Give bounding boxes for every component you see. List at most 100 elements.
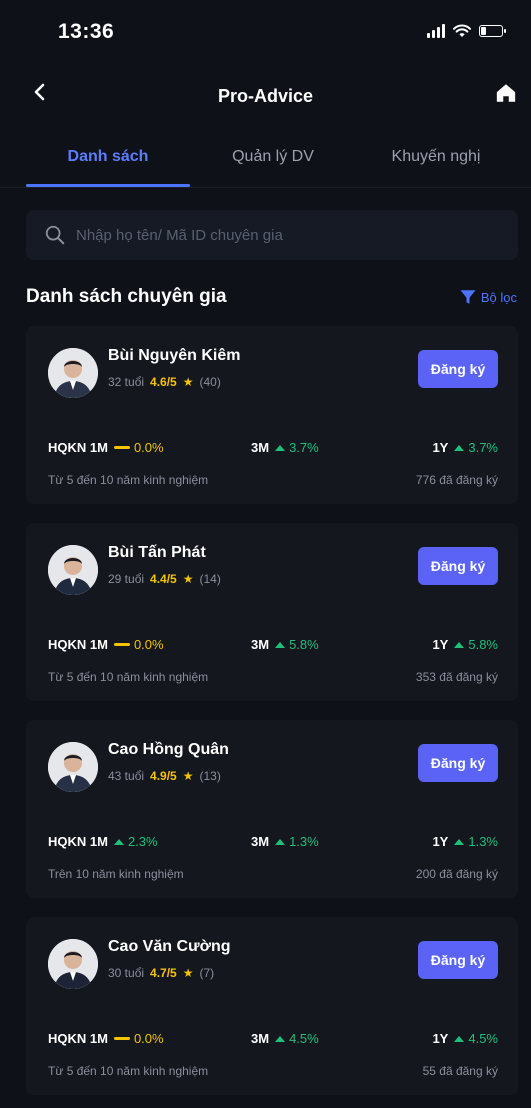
stat-1m: HQKN 1M 2.3% — [48, 834, 158, 849]
avatar — [48, 348, 98, 398]
tab-quan-ly-dv[interactable]: Quản lý DV — [188, 148, 358, 166]
status-icons — [427, 24, 506, 38]
register-button[interactable]: Đăng ký — [418, 350, 498, 388]
register-button[interactable]: Đăng ký — [418, 941, 498, 979]
expert-rating: 4.7/5 — [150, 966, 177, 980]
expert-meta: 43 tuổi 4.9/5 ★ (13) — [108, 769, 221, 783]
tab-khuyen-nghi[interactable]: Khuyến nghị — [351, 148, 521, 166]
expert-age: 29 tuổi — [108, 572, 145, 586]
tab-danh-sach[interactable]: Danh sách — [23, 148, 193, 166]
stat-3m-value: 3.7% — [289, 440, 319, 455]
stat-1m: HQKN 1M 0.0% — [48, 440, 164, 455]
expert-name: Cao Văn Cường — [108, 938, 231, 955]
stat-1y-label: 1Y — [432, 637, 449, 652]
stat-3m-label: 3M — [251, 1031, 270, 1046]
trend-flat-icon — [113, 446, 130, 449]
expert-meta: 29 tuổi 4.4/5 ★ (14) — [108, 572, 221, 586]
review-count: (40) — [199, 375, 221, 389]
app-screen: 13:36 Pro-Advice Danh sách Quản lý DV Kh… — [0, 0, 531, 1108]
stat-1y-value: 4.5% — [468, 1031, 498, 1046]
star-icon: ★ — [182, 769, 194, 783]
expert-name: Bùi Nguyên Kiêm — [108, 347, 241, 364]
battery-icon — [479, 25, 506, 37]
stat-3m-label: 3M — [251, 440, 270, 455]
expert-meta: 30 tuổi 4.7/5 ★ (7) — [108, 966, 214, 980]
filter-button[interactable]: Bộ lọc — [459, 288, 517, 306]
trend-up-icon — [113, 838, 124, 845]
stat-1y-value: 5.8% — [468, 637, 498, 652]
stat-1y-value: 1.3% — [468, 834, 498, 849]
filter-icon — [460, 290, 476, 304]
stat-1y: 1Y 3.7% — [432, 440, 498, 455]
review-count: (13) — [199, 769, 221, 783]
expert-card[interactable]: Cao Hồng Quân 43 tuổi 4.9/5 ★ (13) Đăng ký HQK… — [26, 720, 518, 898]
expert-card[interactable]: Bùi Tấn Phát 29 tuổi 4.4/5 ★ (14) Đăng ký HQKN… — [26, 523, 518, 701]
registered-count: 200 đã đăng ký — [415, 867, 498, 881]
signal-icon — [427, 24, 445, 38]
stat-1y: 1Y 4.5% — [432, 1031, 498, 1046]
registered-count: 55 đã đăng ký — [422, 1064, 498, 1078]
expert-rating: 4.6/5 — [150, 375, 177, 389]
performance-row: HQKN 1M 0.0% 3M 3.7% 1Y 3.7% — [48, 440, 498, 460]
stat-1m-label: HQKN 1M — [48, 440, 108, 455]
card-footer: Từ 5 đến 10 năm kinh nghiệm 776 đã đăng k… — [48, 473, 498, 487]
avatar — [48, 939, 98, 989]
experience-text: Từ 5 đến 10 năm kinh nghiệm — [48, 1064, 209, 1078]
stat-3m: 3M 5.8% — [251, 637, 319, 652]
register-button[interactable]: Đăng ký — [418, 744, 498, 782]
stat-1m-value: 2.3% — [127, 834, 158, 849]
trend-up-icon — [275, 838, 286, 845]
avatar-photo — [48, 545, 98, 595]
stat-3m-label: 3M — [251, 637, 270, 652]
star-icon: ★ — [182, 572, 194, 586]
stat-1m: HQKN 1M 0.0% — [48, 637, 164, 652]
registered-count: 353 đã đăng ký — [415, 670, 498, 684]
trend-up-icon — [275, 1035, 286, 1042]
trend-up-icon — [454, 641, 465, 648]
card-footer: Trên 10 năm kinh nghiệm 200 đã đăng ký — [48, 867, 498, 881]
expert-rating: 4.4/5 — [150, 572, 177, 586]
stat-3m-value: 4.5% — [289, 1031, 319, 1046]
home-icon[interactable] — [495, 82, 517, 104]
stat-1m-value: 0.0% — [133, 637, 164, 652]
stat-3m: 3M 3.7% — [251, 440, 319, 455]
expert-card[interactable]: Cao Văn Cường 30 tuổi 4.7/5 ★ (7) Đăng ký HQKN… — [26, 917, 518, 1095]
avatar — [48, 545, 98, 595]
trend-up-icon — [275, 641, 286, 648]
stat-3m-label: 3M — [251, 834, 270, 849]
card-footer: Từ 5 đến 10 năm kinh nghiệm 55 đã đăng ký — [48, 1064, 498, 1078]
stat-3m-value: 5.8% — [289, 637, 319, 652]
section-title: Danh sách chuyên gia — [26, 286, 227, 307]
avatar — [48, 742, 98, 792]
stat-1y-label: 1Y — [432, 834, 449, 849]
expert-age: 30 tuổi — [108, 966, 145, 980]
status-bar: 13:36 — [0, 0, 531, 60]
register-button[interactable]: Đăng ký — [418, 547, 498, 585]
expert-card[interactable]: Bùi Nguyên Kiêm 32 tuổi 4.6/5 ★ (40) Đăng ký H… — [26, 326, 518, 504]
experience-text: Trên 10 năm kinh nghiệm — [48, 867, 184, 881]
tab-bar: Danh sách Quản lý DV Khuyến nghị — [0, 140, 531, 190]
trend-up-icon — [454, 1035, 465, 1042]
star-icon: ★ — [182, 966, 194, 980]
performance-row: HQKN 1M 2.3% 3M 1.3% 1Y 1.3% — [48, 834, 498, 854]
filter-label: Bộ lọc — [480, 289, 517, 305]
stat-1y-label: 1Y — [432, 440, 449, 455]
expert-name: Cao Hồng Quân — [108, 741, 229, 758]
card-footer: Từ 5 đến 10 năm kinh nghiệm 353 đã đăng k… — [48, 670, 498, 684]
stat-1y: 1Y 5.8% — [432, 637, 498, 652]
expert-meta: 32 tuổi 4.6/5 ★ (40) — [108, 375, 221, 389]
experience-text: Từ 5 đến 10 năm kinh nghiệm — [48, 670, 209, 684]
trend-up-icon — [454, 444, 465, 451]
stat-1m-label: HQKN 1M — [48, 1031, 108, 1046]
stat-1y-label: 1Y — [432, 1031, 449, 1046]
experience-text: Từ 5 đến 10 năm kinh nghiệm — [48, 473, 209, 487]
stat-1m-label: HQKN 1M — [48, 637, 108, 652]
search-box[interactable] — [26, 210, 518, 260]
trend-up-icon — [454, 838, 465, 845]
trend-flat-icon — [113, 1037, 130, 1040]
performance-row: HQKN 1M 0.0% 3M 4.5% 1Y 4.5% — [48, 1031, 498, 1051]
search-input[interactable] — [74, 225, 518, 245]
stat-1m-value: 0.0% — [133, 440, 164, 455]
expert-name: Bùi Tấn Phát — [108, 544, 206, 561]
avatar-photo — [48, 348, 98, 398]
